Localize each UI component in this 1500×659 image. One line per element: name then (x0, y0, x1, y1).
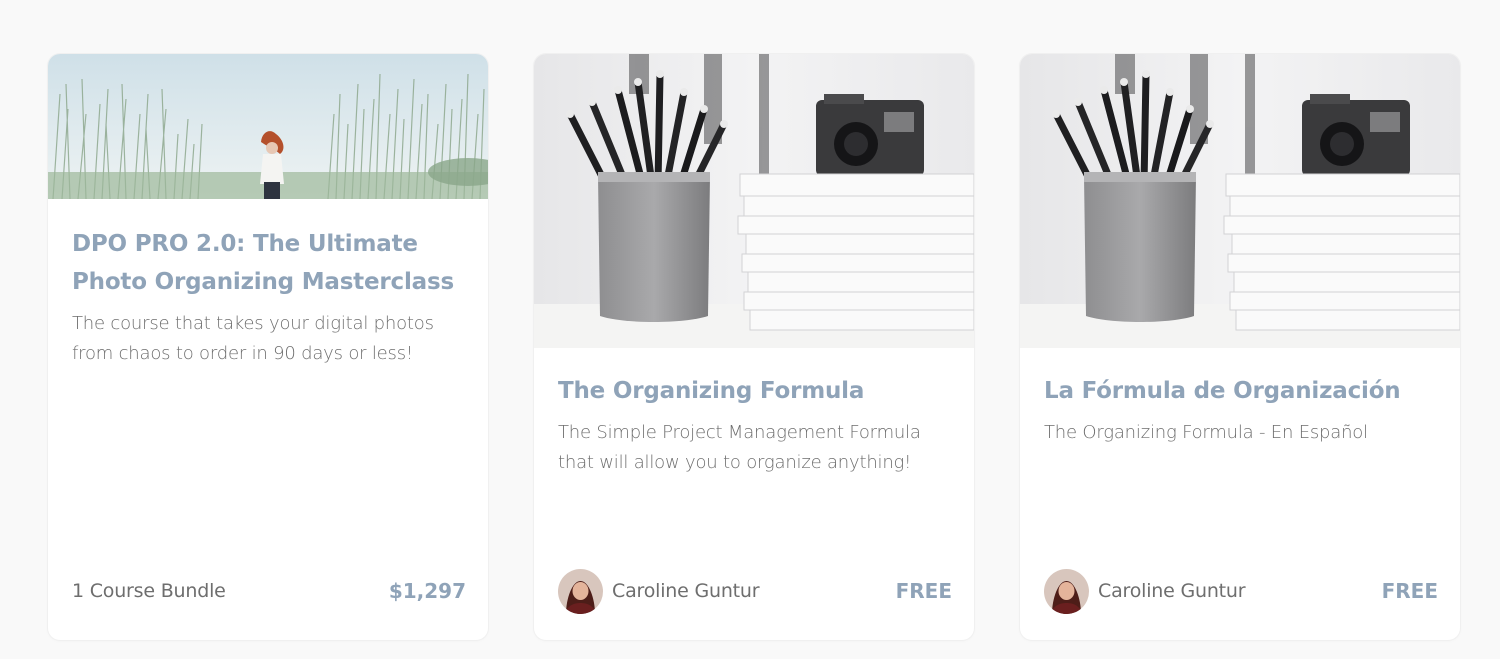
author-avatar (558, 568, 603, 614)
card-footer: Caroline Guntur FREE (558, 568, 952, 614)
course-description: The course that takes your digital photo… (72, 313, 434, 364)
course-title[interactable]: The Organizing Formula (558, 372, 950, 410)
pencils-camera-notebooks-image (534, 54, 974, 348)
course-description: The Organizing Formula - En Español (1044, 422, 1368, 443)
footer-left: Caroline Guntur (558, 568, 760, 614)
card-body: DPO PRO 2.0: The Ultimate Photo Organizi… (48, 225, 488, 369)
course-card-dpo-pro[interactable]: DPO PRO 2.0: The Ultimate Photo Organizi… (48, 54, 488, 640)
course-thumbnail[interactable] (534, 54, 974, 348)
card-body: The Organizing Formula The Simple Projec… (534, 372, 974, 478)
card-footer: 1 Course Bundle $1,297 (72, 568, 466, 614)
card-body: La Fórmula de Organización The Organizin… (1020, 372, 1460, 448)
woman-in-grass-image (48, 54, 488, 199)
card-footer: Caroline Guntur FREE (1044, 568, 1438, 614)
author-photo-icon (1044, 568, 1089, 614)
course-card-la-formula[interactable]: La Fórmula de Organización The Organizin… (1020, 54, 1460, 640)
pencils-camera-notebooks-image (1020, 54, 1460, 348)
price-label: $1,297 (388, 579, 466, 603)
author-photo-icon (558, 568, 603, 614)
course-thumbnail[interactable] (48, 54, 488, 199)
course-title[interactable]: DPO PRO 2.0: The Ultimate Photo Organizi… (72, 225, 464, 301)
course-card-organizing-formula[interactable]: The Organizing Formula The Simple Projec… (534, 54, 974, 640)
price-label: FREE (1381, 579, 1438, 603)
footer-left: 1 Course Bundle (72, 580, 226, 602)
course-thumbnail[interactable] (1020, 54, 1460, 348)
footer-left: Caroline Guntur (1044, 568, 1246, 614)
course-grid: DPO PRO 2.0: The Ultimate Photo Organizi… (0, 0, 1500, 659)
author-name: Caroline Guntur (612, 580, 760, 602)
author-avatar (1044, 568, 1089, 614)
bundle-label: 1 Course Bundle (72, 580, 226, 602)
author-name: Caroline Guntur (1098, 580, 1246, 602)
course-description: The Simple Project Management Formula th… (558, 422, 921, 473)
course-title[interactable]: La Fórmula de Organización (1044, 372, 1436, 410)
price-label: FREE (895, 579, 952, 603)
